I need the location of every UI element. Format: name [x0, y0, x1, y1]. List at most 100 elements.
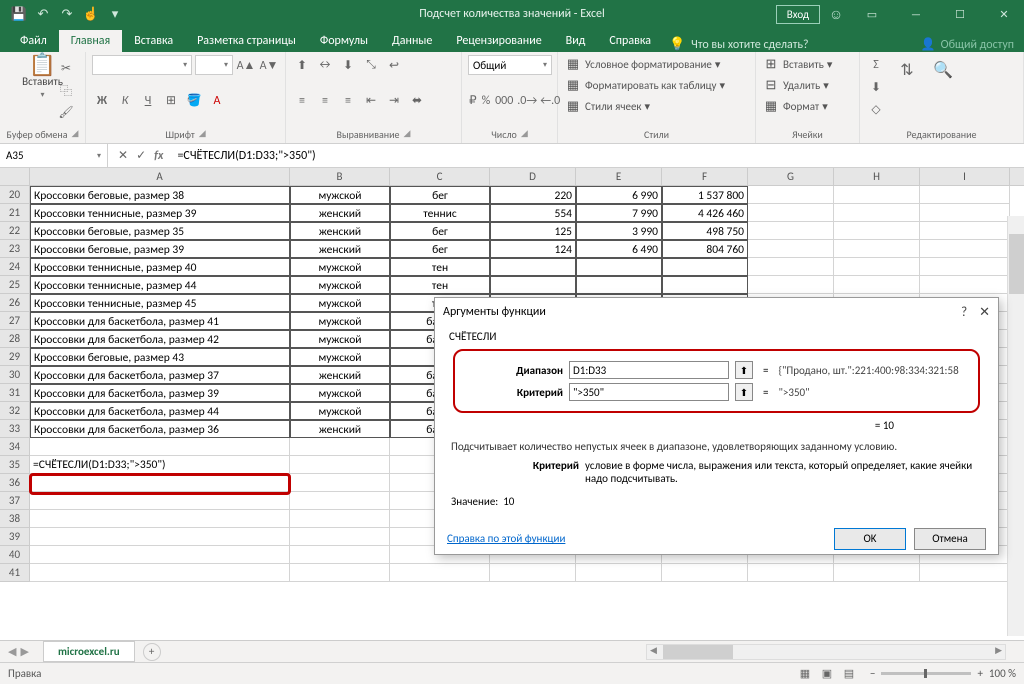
touch-mode-icon[interactable]: ☝	[80, 3, 102, 25]
cell[interactable]: Кроссовки теннисные, размер 45	[30, 294, 290, 312]
cell[interactable]	[290, 474, 390, 492]
cell[interactable]	[490, 276, 576, 294]
help-icon[interactable]: ?	[961, 305, 967, 320]
cell[interactable]	[30, 564, 290, 582]
tab-insert[interactable]: Вставка	[122, 30, 185, 52]
cell[interactable]	[290, 438, 390, 456]
font-size-select[interactable]: ▾	[195, 55, 233, 75]
merge-icon[interactable]: ⬌	[407, 91, 427, 111]
format-as-table-button[interactable]: ▦Форматировать как таблицу▾	[564, 76, 749, 94]
currency-icon[interactable]: ₽	[468, 91, 478, 111]
formula-input[interactable]: =СЧЁТЕСЛИ(D1:D33;">350")	[173, 144, 1024, 167]
enter-formula-icon[interactable]: ✓	[136, 148, 146, 163]
column-header[interactable]: D	[490, 168, 576, 185]
cell[interactable]	[576, 564, 662, 582]
minimize-icon[interactable]: —	[896, 0, 936, 28]
border-icon[interactable]: ⊞	[161, 91, 181, 111]
cell[interactable]	[834, 240, 920, 258]
zoom-control[interactable]: − + 100 %	[870, 667, 1016, 680]
cell[interactable]: Кроссовки теннисные, размер 39	[30, 204, 290, 222]
cell[interactable]	[920, 258, 1010, 276]
select-all-corner[interactable]	[0, 168, 30, 185]
row-header[interactable]: 22	[0, 222, 30, 240]
cell[interactable]: мужской	[290, 186, 390, 204]
dialog-close-icon[interactable]: ✕	[979, 305, 990, 320]
cell[interactable]: Кроссовки теннисные, размер 44	[30, 276, 290, 294]
column-header[interactable]: E	[576, 168, 662, 185]
format-painter-icon[interactable]: 🖌	[56, 102, 76, 122]
vertical-scrollbar[interactable]	[1007, 216, 1024, 636]
decrease-font-icon[interactable]: A▼	[259, 55, 279, 75]
tab-file[interactable]: Файл	[8, 30, 59, 52]
align-center-icon[interactable]: ≡	[315, 91, 335, 111]
cancel-button[interactable]: Отмена	[914, 528, 986, 550]
cell[interactable]: женский	[290, 222, 390, 240]
save-icon[interactable]: 💾	[8, 3, 30, 25]
cell[interactable]	[748, 186, 834, 204]
cell[interactable]: 124	[490, 240, 576, 258]
cell[interactable]	[576, 258, 662, 276]
collapse-dialog-icon[interactable]: ⬆	[735, 361, 753, 379]
orientation-icon[interactable]: ⤡	[361, 55, 381, 75]
font-color-icon[interactable]: A	[207, 91, 227, 111]
cell[interactable]	[490, 258, 576, 276]
cell[interactable]	[30, 528, 290, 546]
cell[interactable]: тен	[390, 276, 490, 294]
cell[interactable]: бег	[390, 222, 490, 240]
cell[interactable]	[30, 546, 290, 564]
row-header[interactable]: 39	[0, 528, 30, 546]
arg-input-criteria[interactable]	[569, 383, 729, 401]
tab-review[interactable]: Рецензирование	[444, 30, 553, 52]
close-icon[interactable]: ✕	[984, 0, 1024, 28]
cell[interactable]: мужской	[290, 384, 390, 402]
cell[interactable]	[30, 510, 290, 528]
row-header[interactable]: 36	[0, 474, 30, 492]
row-header[interactable]: 40	[0, 546, 30, 564]
column-header[interactable]: I	[920, 168, 1010, 185]
cell[interactable]: мужской	[290, 258, 390, 276]
underline-icon[interactable]: Ч	[138, 91, 158, 111]
column-header[interactable]: F	[662, 168, 748, 185]
cell[interactable]: Кроссовки для баскетбола, размер 44	[30, 402, 290, 420]
cell[interactable]	[748, 222, 834, 240]
row-header[interactable]: 21	[0, 204, 30, 222]
tab-layout[interactable]: Разметка страницы	[185, 30, 308, 52]
arg-input-range[interactable]	[569, 361, 729, 379]
tellme-search[interactable]: 💡 Что вы хотите сделать?	[669, 37, 809, 52]
cell[interactable]	[290, 492, 390, 510]
cell[interactable]	[390, 564, 490, 582]
tab-data[interactable]: Данные	[380, 30, 444, 52]
percent-icon[interactable]: %	[481, 91, 492, 111]
increase-decimal-icon[interactable]: .0→	[517, 91, 537, 111]
row-header[interactable]: 38	[0, 510, 30, 528]
cell[interactable]: 7 990	[576, 204, 662, 222]
row-header[interactable]: 34	[0, 438, 30, 456]
undo-icon[interactable]: ↶	[32, 3, 54, 25]
cell[interactable]: мужской	[290, 330, 390, 348]
cell[interactable]	[490, 564, 576, 582]
comma-icon[interactable]: 000	[494, 91, 514, 111]
autosum-icon[interactable]: Σ	[866, 55, 886, 75]
tab-view[interactable]: Вид	[554, 30, 598, 52]
cell[interactable]: Кроссовки теннисные, размер 40	[30, 258, 290, 276]
cancel-formula-icon[interactable]: ✕	[118, 148, 128, 163]
column-header[interactable]: B	[290, 168, 390, 185]
align-bottom-icon[interactable]: ⬇	[338, 55, 358, 75]
format-cells-button[interactable]: ▦Формат▾	[762, 97, 853, 115]
ribbon-options-icon[interactable]: ▭	[852, 0, 892, 28]
cell[interactable]	[30, 492, 290, 510]
cut-icon[interactable]: ✂	[56, 58, 76, 78]
cell[interactable]: Кроссовки для баскетбола, размер 37	[30, 366, 290, 384]
cell[interactable]: мужской	[290, 312, 390, 330]
row-header[interactable]: 35	[0, 456, 30, 474]
cell[interactable]	[920, 186, 1010, 204]
cell[interactable]: женский	[290, 204, 390, 222]
cell[interactable]	[576, 276, 662, 294]
cell[interactable]	[834, 204, 920, 222]
cell[interactable]: 554	[490, 204, 576, 222]
cell[interactable]: теннис	[390, 204, 490, 222]
name-box[interactable]: A35▾	[0, 144, 108, 167]
cell[interactable]: Кроссовки для баскетбола, размер 36	[30, 420, 290, 438]
cell[interactable]: Кроссовки беговые, размер 38	[30, 186, 290, 204]
horizontal-scrollbar[interactable]: ◀ ▶	[646, 644, 1006, 660]
